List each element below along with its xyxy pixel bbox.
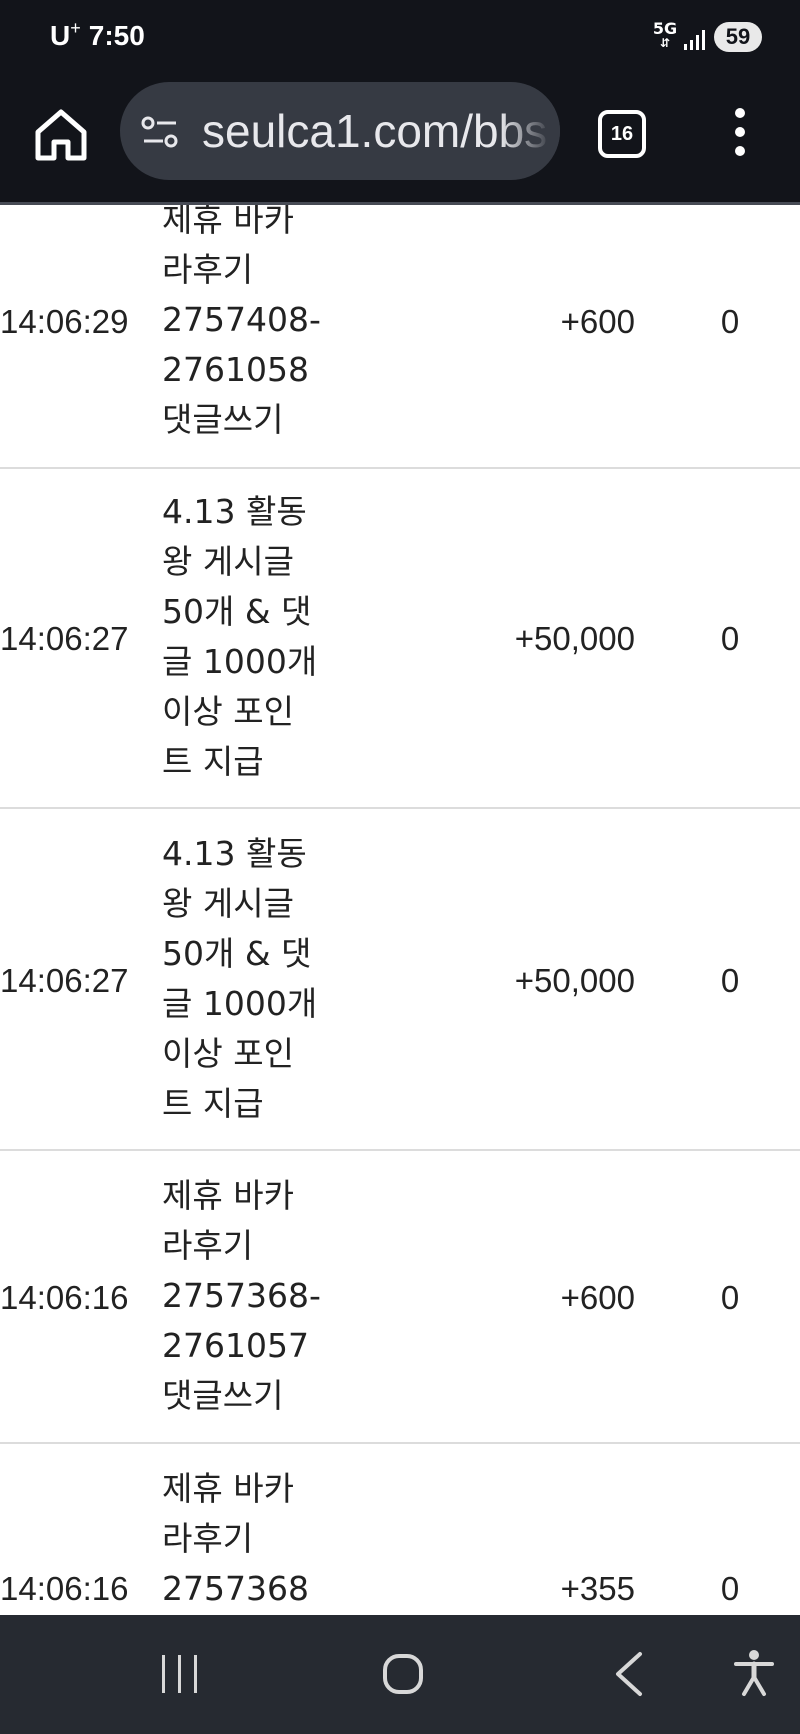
table-row: 14:06:27 4.13 활동 왕 게시글 50개 & 댓 글 1000개 이… <box>0 467 800 809</box>
time-text: 14:06:29 <box>0 303 129 340</box>
home-nav-icon[interactable] <box>382 1653 424 1695</box>
balance-cell: 0 <box>720 1570 740 1607</box>
system-navigation-bar <box>0 1615 800 1734</box>
content-line: 2757368- <box>162 1276 321 1315</box>
site-settings-icon[interactable] <box>140 112 180 152</box>
back-icon[interactable] <box>612 1651 646 1697</box>
carrier-and-time: U+ 7:50 <box>50 18 145 52</box>
table-row: 14:06:16 제휴 바카 라후기 2757368 +355 0 <box>0 1444 800 1615</box>
content-line: 라후기 <box>162 250 254 289</box>
url-fade <box>500 82 560 180</box>
content-line: 2761058 <box>162 350 309 389</box>
time-text: 14:06:27 <box>0 962 129 999</box>
content-line: 제휴 바카 <box>162 1469 294 1508</box>
content-line: 2757408- <box>162 300 321 339</box>
browser-toolbar: seulca1.com/bbs 16 <box>0 76 800 205</box>
content-line: 50개 & 댓 <box>162 934 312 973</box>
content-line: 이상 포인 <box>162 1034 294 1073</box>
table-row: 14:06:27 4.13 활동 왕 게시글 50개 & 댓 글 1000개 이… <box>0 809 800 1151</box>
time-cell: 14:06:27 <box>0 620 128 658</box>
content-cell: 4.13 활동 왕 게시글 50개 & 댓 글 1000개 이상 포인 트 지급 <box>162 829 362 1129</box>
content-cell: 제휴 바카 라후기 2757368 <box>162 1464 362 1614</box>
balance-cell: 0 <box>720 962 740 999</box>
carrier-label: U <box>50 20 71 51</box>
time-text: 14:06:27 <box>0 620 129 657</box>
content-line: 댓글쓰기 <box>162 400 284 439</box>
balance-cell: 0 <box>720 620 740 657</box>
more-menu-icon[interactable] <box>722 108 758 156</box>
content-line: 제휴 바카 <box>162 205 294 239</box>
balance-cell: 0 <box>720 1279 740 1316</box>
time-cell: 14:06:16 <box>0 1570 128 1608</box>
content-cell: 제휴 바카 라후기 2757408- 2761058 댓글쓰기 <box>162 205 362 445</box>
point-history-list: 14:06:29 제휴 바카 라후기 2757408- 2761058 댓글쓰기… <box>0 205 800 1615</box>
network-type-icon: 5G ⇵ <box>652 21 678 51</box>
time-text: 14:06:16 <box>0 1570 129 1607</box>
signal-strength-icon <box>684 30 705 50</box>
tab-switcher-button[interactable]: 16 <box>598 110 646 158</box>
recent-apps-icon[interactable] <box>160 1653 200 1695</box>
content-line: 2761057 <box>162 1326 309 1365</box>
point-cell: +50,000 <box>514 620 635 657</box>
content-line: 라후기 <box>162 1226 254 1265</box>
clock: 7:50 <box>88 20 145 51</box>
content-line: 트 지급 <box>162 742 264 781</box>
status-bar: U+ 7:50 5G ⇵ 59 <box>0 0 800 76</box>
point-cell: +600 <box>560 1279 635 1316</box>
content-line: 글 1000개 <box>162 984 318 1023</box>
content-line: 이상 포인 <box>162 692 294 731</box>
table-row: 14:06:16 제휴 바카 라후기 2757368- 2761057 댓글쓰기… <box>0 1151 800 1444</box>
content-cell: 제휴 바카 라후기 2757368- 2761057 댓글쓰기 <box>162 1171 362 1421</box>
data-arrows-icon: ⇵ <box>659 36 671 50</box>
address-bar[interactable]: seulca1.com/bbs <box>120 82 560 180</box>
table-row: 14:06:29 제휴 바카 라후기 2757408- 2761058 댓글쓰기… <box>0 205 800 469</box>
content-line: 댓글쓰기 <box>162 1376 284 1415</box>
time-cell: 14:06:27 <box>0 962 128 1000</box>
content-cell: 4.13 활동 왕 게시글 50개 & 댓 글 1000개 이상 포인 트 지급 <box>162 487 362 787</box>
content-line: 4.13 활동 <box>162 492 307 531</box>
point-cell: +600 <box>560 303 635 340</box>
content-line: 트 지급 <box>162 1084 264 1123</box>
content-line: 2757368 <box>162 1569 309 1608</box>
point-cell: +355 <box>560 1570 635 1607</box>
content-line: 4.13 활동 <box>162 834 307 873</box>
content-line: 50개 & 댓 <box>162 592 312 631</box>
accessibility-icon[interactable] <box>732 1649 776 1697</box>
home-icon[interactable] <box>30 104 92 166</box>
time-text: 14:06:16 <box>0 1279 129 1316</box>
time-cell: 14:06:29 <box>0 303 128 341</box>
content-line: 글 1000개 <box>162 642 318 681</box>
content-line: 라후기 <box>162 1519 254 1558</box>
content-line: 제휴 바카 <box>162 1176 294 1215</box>
battery-icon: 59 <box>714 22 762 52</box>
carrier-sup: + <box>70 18 81 38</box>
url-text[interactable]: seulca1.com/bbs <box>202 104 547 158</box>
content-line: 왕 게시글 <box>162 884 294 923</box>
balance-cell: 0 <box>720 303 740 340</box>
point-cell: +50,000 <box>514 962 635 999</box>
time-cell: 14:06:16 <box>0 1279 128 1317</box>
content-line: 왕 게시글 <box>162 542 294 581</box>
